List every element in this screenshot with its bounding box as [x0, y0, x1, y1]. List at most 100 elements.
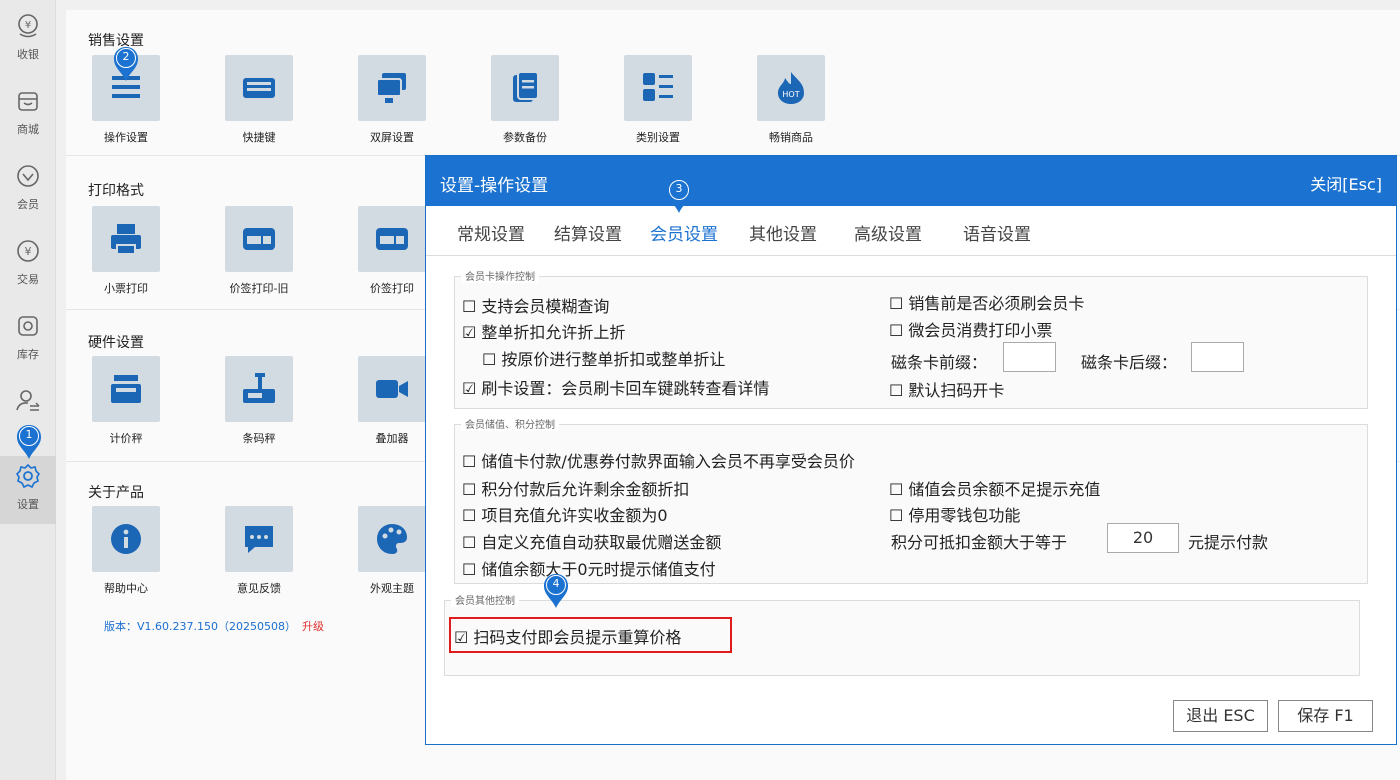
tile-price-scale[interactable]: 计价秤 [66, 356, 186, 446]
version-text: 版本：V1.60.237.150（20250508） [104, 620, 296, 633]
magstripe-suffix-input[interactable] [1191, 342, 1244, 372]
tile-help-center[interactable]: 帮助中心 [66, 506, 186, 596]
tile-icon-box [358, 506, 426, 572]
tile-label: 畅销商品 [769, 131, 813, 144]
tab-member[interactable]: 会员设置 [650, 220, 718, 245]
tile-label-print-old[interactable]: 价签打印-旧 [199, 206, 319, 296]
save-button[interactable]: 保存 F1 [1278, 700, 1373, 732]
tab-voice[interactable]: 语音设置 [963, 220, 1031, 245]
sidebar-item-label: 交易 [17, 273, 39, 286]
step-marker-3: 3 [664, 176, 694, 214]
tab-advanced[interactable]: 高级设置 [854, 220, 922, 245]
sidebar-item-inventory[interactable]: 库存 [0, 306, 56, 374]
tile-feedback[interactable]: 意见反馈 [199, 506, 319, 596]
checkbox-stored-value-prompt[interactable]: ☐ 储值余额大于0元时提示储值支付 [462, 556, 716, 580]
tile-icon-box [624, 55, 692, 121]
group-legend: 会员储值、积分控制 [461, 416, 559, 431]
svg-text:¥: ¥ [25, 245, 32, 258]
magstripe-prefix-input[interactable] [1003, 342, 1056, 372]
sidebar-item-member[interactable]: 会员 [0, 156, 56, 224]
group-member-card: 会员卡操作控制 ☐ 支持会员模糊查询 ☑ 整单折扣允许折上折 ☐ 按原价进行整单… [454, 268, 1368, 409]
tile-label: 帮助中心 [104, 582, 148, 595]
checkbox-scan-open-card[interactable]: ☐ 默认扫码开卡 [889, 377, 1004, 401]
tile-label: 意见反馈 [237, 582, 281, 595]
checkbox-stack-discount[interactable]: ☑ 整单折扣允许折上折 [462, 319, 625, 343]
video-camera-icon [376, 380, 408, 398]
dual-screen-icon [376, 73, 406, 103]
version-line: 版本：V1.60.237.150（20250508） 升级 [104, 618, 324, 634]
sidebar-item-label: 会员 [17, 198, 39, 211]
tile-label: 小票打印 [104, 282, 148, 295]
sidebar-item-trade[interactable]: ¥ 交易 [0, 231, 56, 299]
sidebar-item-label: 库存 [17, 348, 39, 361]
checkbox-require-card[interactable]: ☐ 销售前是否必须刷会员卡 [889, 290, 1084, 314]
info-icon [111, 524, 141, 554]
section-title: 关于产品 [88, 485, 144, 501]
tab-general[interactable]: 常规设置 [457, 220, 525, 245]
tile-icon-box [92, 356, 160, 422]
chat-bubble-icon [245, 526, 273, 553]
group-legend: 会员其他控制 [451, 592, 519, 607]
exit-button[interactable]: 退出 ESC [1173, 700, 1268, 732]
hot-flame-icon: HOT [778, 72, 804, 104]
yuan-icon: ¥ [17, 240, 39, 262]
tile-icon-box [491, 55, 559, 121]
checkbox-best-gift[interactable]: ☐ 自定义充值自动获取最优赠送金额 [462, 529, 721, 553]
tile-dual-screen[interactable]: 双屏设置 [332, 55, 452, 145]
group-stored-value: 会员储值、积分控制 ☐ 储值卡付款/优惠券付款界面输入会员不再享受会员价 ☐ 积… [454, 416, 1368, 584]
checkbox-points-discount[interactable]: ☐ 积分付款后允许剩余金额折扣 [462, 476, 689, 500]
marker-label: 4 [552, 577, 560, 590]
tab-checkout[interactable]: 结算设置 [554, 220, 622, 245]
dialog-header: 设置-操作设置 关闭[Esc] [426, 156, 1396, 206]
step-marker-1: 1 [14, 422, 44, 460]
tile-receipt-print[interactable]: 小票打印 [66, 206, 186, 296]
svg-text:¥: ¥ [25, 20, 31, 31]
checkbox-micro-member-print[interactable]: ☐ 微会员消费打印小票 [889, 317, 1052, 341]
tile-label: 计价秤 [109, 432, 143, 445]
tile-label: 参数备份 [503, 131, 547, 144]
step-marker-4: 4 [541, 571, 571, 609]
tile-param-backup[interactable]: 参数备份 [465, 55, 585, 145]
tab-other[interactable]: 其他设置 [749, 220, 817, 245]
tile-shortcut-keys[interactable]: 快捷键 [199, 55, 319, 145]
printer-icon [111, 224, 141, 255]
section-title: 打印格式 [88, 183, 144, 199]
tile-label: 条码秤 [242, 432, 276, 445]
sidebar-item-store[interactable]: 商城 [0, 81, 56, 149]
sidebar-item-settings[interactable]: 设置 [0, 456, 56, 524]
checkbox-no-member-price[interactable]: ☐ 储值卡付款/优惠券付款界面输入会员不再享受会员价 [462, 448, 855, 472]
category-icon [643, 73, 673, 101]
scale-icon [111, 375, 141, 403]
checkbox-original-price-discount[interactable]: ☐ 按原价进行整单折扣或整单折让 [482, 346, 725, 370]
tile-category-settings[interactable]: 类别设置 [598, 55, 718, 145]
marker-label: 1 [25, 428, 33, 441]
points-threshold-input[interactable]: 20 [1107, 523, 1179, 553]
user-switch-icon [16, 390, 40, 411]
sidebar-item-cashier[interactable]: ¥ 收银 [0, 6, 56, 74]
checkbox-card-swipe-details[interactable]: ☑ 刷卡设置：会员刷卡回车键跳转查看详情 [462, 375, 769, 399]
upgrade-link[interactable]: 升级 [302, 620, 324, 633]
tile-icon-box [358, 55, 426, 121]
price-tag-icon [376, 228, 408, 250]
sidebar-item-label: 收银 [17, 48, 39, 61]
dialog-title: 设置-操作设置 [440, 176, 549, 196]
tile-barcode-scale[interactable]: 条码秤 [199, 356, 319, 446]
tile-label: 双屏设置 [370, 131, 414, 144]
gear-icon [15, 463, 41, 489]
checkbox-fuzzy-search[interactable]: ☐ 支持会员模糊查询 [462, 293, 609, 317]
checkbox-disable-wallet[interactable]: ☐ 停用零钱包功能 [889, 502, 1020, 526]
tile-icon-box [225, 356, 293, 422]
tile-label: 价签打印-旧 [229, 282, 289, 295]
tile-icon-box [225, 206, 293, 272]
dialog-close-button[interactable]: 关闭[Esc] [1310, 171, 1382, 195]
tile-icon-box [225, 506, 293, 572]
tile-icon-box [92, 506, 160, 572]
tile-label: 快捷键 [242, 131, 276, 144]
tile-icon-box: HOT [757, 55, 825, 121]
store-icon [18, 92, 38, 111]
hot-badge: HOT [782, 90, 799, 99]
checkbox-low-balance-recharge[interactable]: ☐ 储值会员余额不足提示充值 [889, 476, 1100, 500]
checkbox-scan-pay-reprice[interactable]: ☑ 扫码支付即会员提示重算价格 [454, 624, 681, 648]
tile-hot-products[interactable]: HOT 畅销商品 [731, 55, 851, 145]
checkbox-project-zero[interactable]: ☐ 项目充值允许实收金额为0 [462, 502, 668, 526]
